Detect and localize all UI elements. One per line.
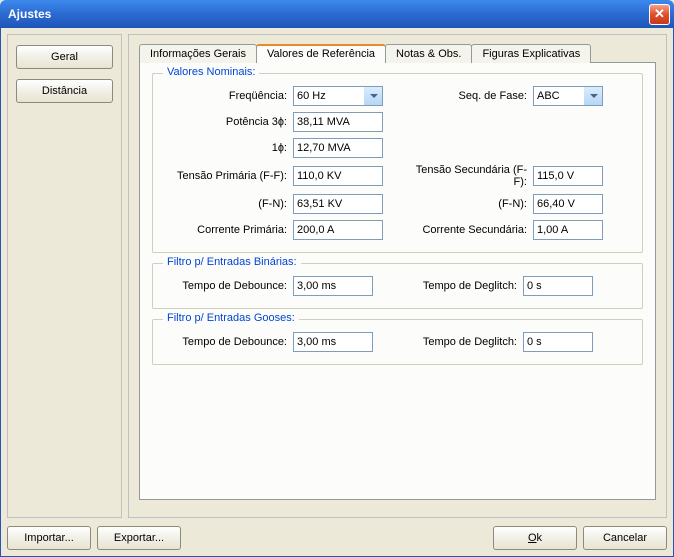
tab-informacoes-gerais[interactable]: Informações Gerais: [139, 44, 257, 63]
input-tensao-prim-fn[interactable]: [293, 194, 383, 214]
group-title-nominais: Valores Nominais:: [163, 66, 259, 78]
left-nav-panel: Geral Distância: [7, 34, 122, 518]
window-title: Ajustes: [8, 7, 51, 21]
select-seqfase[interactable]: [533, 86, 603, 106]
label-potencia1f: 1ɸ:: [163, 142, 293, 154]
input-corrente-sec[interactable]: [533, 220, 603, 240]
input-debounce-goose[interactable]: [293, 332, 373, 352]
input-corrente-prim[interactable]: [293, 220, 383, 240]
label-deglitch-bin: Tempo de Deglitch:: [393, 280, 523, 292]
content-panel: Informações Gerais Valores de Referência…: [128, 34, 667, 518]
label-tensao-prim-ff: Tensão Primária (F-F):: [163, 170, 293, 182]
tab-figuras-explicativas[interactable]: Figuras Explicativas: [471, 44, 591, 63]
input-potencia1f[interactable]: [293, 138, 383, 158]
export-button[interactable]: Exportar...: [97, 526, 181, 550]
tab-valores-referencia[interactable]: Valores de Referência: [256, 44, 386, 63]
tab-content: Valores Nominais: Freqüência: Seq. de Fa…: [139, 62, 656, 500]
import-button[interactable]: Importar...: [7, 526, 91, 550]
cancel-button[interactable]: Cancelar: [583, 526, 667, 550]
group-filtro-binarias: Filtro p/ Entradas Binárias: Tempo de De…: [152, 263, 643, 309]
group-title-gooses: Filtro p/ Entradas Gooses:: [163, 312, 299, 324]
input-debounce-bin[interactable]: [293, 276, 373, 296]
select-frequencia[interactable]: [293, 86, 383, 106]
label-corrente-prim: Corrente Primária:: [163, 224, 293, 236]
label-tensao-sec-ff: Tensão Secundária (F-F):: [403, 164, 533, 188]
close-icon: ✕: [654, 6, 665, 22]
label-tensao-sec-fn: (F-N):: [403, 198, 533, 210]
input-tensao-prim-ff[interactable]: [293, 166, 383, 186]
nav-button-distancia[interactable]: Distância: [16, 79, 113, 103]
label-debounce-bin: Tempo de Debounce:: [163, 280, 293, 292]
ok-button[interactable]: Ok: [493, 526, 577, 550]
label-frequencia: Freqüência:: [163, 90, 293, 102]
group-filtro-gooses: Filtro p/ Entradas Gooses: Tempo de Debo…: [152, 319, 643, 365]
input-deglitch-bin[interactable]: [523, 276, 593, 296]
label-seqfase: Seq. de Fase:: [403, 90, 533, 102]
group-title-binarias: Filtro p/ Entradas Binárias:: [163, 256, 301, 268]
close-button[interactable]: ✕: [649, 4, 670, 25]
label-tensao-prim-fn: (F-N):: [163, 198, 293, 210]
tab-notas-obs[interactable]: Notas & Obs.: [385, 44, 472, 63]
input-deglitch-goose[interactable]: [523, 332, 593, 352]
bottom-button-bar: Importar... Exportar... Ok Cancelar: [7, 518, 667, 550]
dialog-body: Geral Distância Informações Gerais Valor…: [0, 28, 674, 557]
input-tensao-sec-fn[interactable]: [533, 194, 603, 214]
group-valores-nominais: Valores Nominais: Freqüência: Seq. de Fa…: [152, 73, 643, 253]
label-potencia3f: Potência 3ɸ:: [163, 116, 293, 128]
label-deglitch-goose: Tempo de Deglitch:: [393, 336, 523, 348]
label-corrente-sec: Corrente Secundária:: [403, 224, 533, 236]
input-potencia3f[interactable]: [293, 112, 383, 132]
tab-row: Informações Gerais Valores de Referência…: [139, 44, 656, 63]
nav-button-geral[interactable]: Geral: [16, 45, 113, 69]
input-tensao-sec-ff[interactable]: [533, 166, 603, 186]
label-debounce-goose: Tempo de Debounce:: [163, 336, 293, 348]
titlebar: Ajustes ✕: [0, 0, 674, 28]
